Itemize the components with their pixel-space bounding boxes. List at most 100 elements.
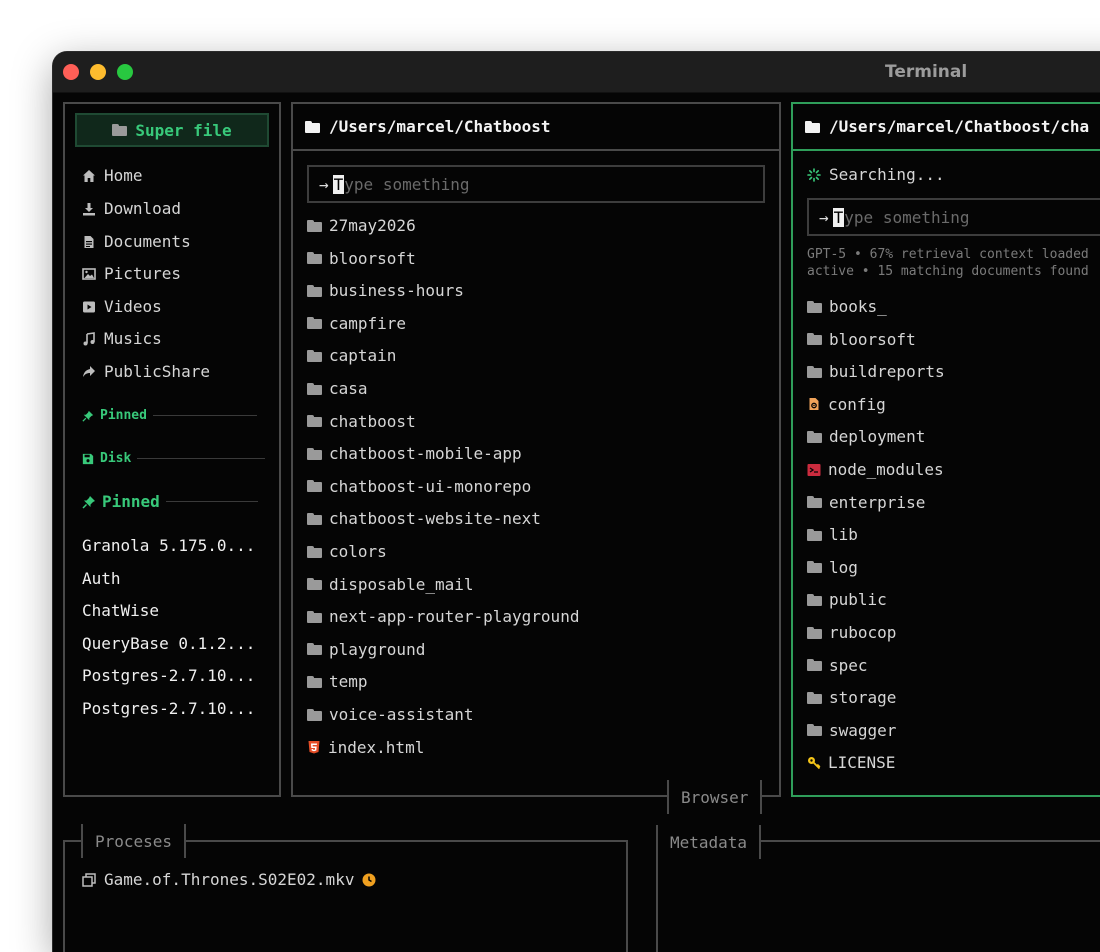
section-pinned-small: Pinned — [82, 408, 257, 423]
file-row[interactable]: chatboost-website-next — [307, 509, 541, 528]
file-name: log — [829, 557, 858, 577]
pinned-item[interactable]: Postgres-2.7.10... — [82, 699, 255, 718]
file-name: captain — [329, 346, 397, 366]
browser-tab-label[interactable]: Browser — [667, 780, 763, 814]
folder-icon — [307, 512, 322, 525]
search-results-panel: /Users/marcel/Chatboost/cha Searching...… — [791, 102, 1100, 797]
file-row[interactable]: deployment — [807, 427, 925, 446]
search-placeholder: ype something — [344, 174, 470, 194]
sidebar-item-pictures[interactable]: Pictures — [82, 264, 181, 283]
folder-icon — [112, 124, 128, 136]
file-name: swagger — [829, 720, 897, 740]
sidebar-item-label: Download — [104, 199, 182, 218]
file-name: bloorsoft — [829, 329, 916, 349]
file-row[interactable]: log — [807, 558, 858, 577]
sidebar-item-documents[interactable]: Documents — [82, 232, 191, 251]
sidebar-item-publicshare[interactable]: PublicShare — [82, 362, 210, 381]
file-row[interactable]: casa — [307, 379, 368, 398]
search-status: Searching... — [807, 165, 945, 184]
file-row[interactable]: bloorsoft — [807, 330, 916, 349]
path-header: /Users/marcel/Chatboost — [293, 104, 779, 151]
folder-icon — [807, 528, 822, 541]
pinned-item[interactable]: QueryBase 0.1.2... — [82, 634, 255, 653]
file-row[interactable]: chatboost-mobile-app — [307, 444, 522, 463]
section-label: Disk — [100, 451, 132, 466]
folder-icon — [805, 120, 820, 133]
search-placeholder: ype something — [844, 207, 970, 227]
spinner-icon — [807, 167, 821, 182]
file-row[interactable]: enterprise — [807, 493, 925, 512]
file-name: spec — [829, 655, 868, 675]
file-browser-panel: /Users/marcel/Chatboost → T ype somethin… — [291, 102, 781, 797]
minimize-window-button[interactable] — [90, 64, 106, 80]
picture-icon — [82, 267, 96, 280]
file-name: disposable_mail — [329, 574, 474, 594]
file-name: casa — [329, 379, 368, 398]
npm-icon — [807, 463, 821, 477]
file-row[interactable]: LICENSE — [807, 753, 895, 772]
pinned-item[interactable]: ChatWise — [82, 601, 159, 620]
file-row[interactable]: chatboost-ui-monorepo — [307, 477, 531, 496]
folder-icon — [307, 610, 322, 623]
file-row[interactable]: 27may2026 — [307, 216, 416, 235]
file-name: chatboost-mobile-app — [329, 444, 522, 464]
file-row[interactable]: rubocop — [807, 623, 896, 642]
file-row[interactable]: playground — [307, 640, 425, 659]
file-row[interactable]: spec — [807, 656, 868, 675]
folder-icon — [807, 626, 822, 639]
file-row[interactable]: captain — [307, 346, 396, 365]
file-name: enterprise — [829, 492, 926, 512]
file-row[interactable]: temp — [307, 672, 368, 691]
section-disk: Disk — [82, 451, 266, 466]
folder-icon — [807, 333, 822, 346]
zoom-window-button[interactable] — [117, 64, 133, 80]
file-row[interactable]: index.html — [307, 738, 424, 757]
file-row[interactable]: buildreports — [807, 362, 945, 381]
folder-icon — [307, 382, 322, 395]
sidebar-item-label: PublicShare — [104, 362, 210, 381]
search-input[interactable]: → T ype something — [307, 165, 765, 203]
file-row[interactable]: swagger — [807, 721, 896, 740]
key-icon — [807, 756, 821, 770]
file-row[interactable]: storage — [807, 688, 896, 707]
close-window-button[interactable] — [63, 64, 79, 80]
file-row[interactable]: campfire — [307, 314, 406, 333]
file-name: campfire — [329, 313, 407, 333]
retrieval-status-line: active • 15 matching documents found — [807, 264, 1089, 279]
file-name: rubocop — [829, 623, 897, 642]
search-input[interactable]: → T ype something — [807, 198, 1100, 236]
file-row[interactable]: lib — [807, 525, 858, 544]
file-row[interactable]: public — [807, 590, 887, 609]
file-row[interactable]: business-hours — [307, 281, 464, 300]
process-name: Game.of.Thrones.S02E02.mkv — [104, 870, 355, 889]
section-divider — [152, 415, 257, 416]
prompt-arrow-icon: → — [819, 207, 829, 227]
folder-icon — [307, 480, 322, 493]
sidebar-item-musics[interactable]: Musics — [82, 329, 162, 348]
window-title: Terminal — [885, 62, 968, 82]
sidebar-item-videos[interactable]: Videos — [82, 297, 162, 316]
folder-icon — [307, 252, 322, 265]
file-row[interactable]: config — [807, 395, 886, 414]
pinned-item[interactable]: Granola 5.175.0... — [82, 536, 255, 555]
file-row[interactable]: disposable_mail — [307, 575, 474, 594]
file-row[interactable]: bloorsoft — [307, 249, 416, 268]
process-item[interactable]: Game.of.Thrones.S02E02.mkv — [82, 870, 376, 889]
config-file-icon — [807, 397, 821, 411]
folder-icon — [307, 545, 322, 558]
sidebar-item-home[interactable]: Home — [82, 166, 143, 185]
processes-tab-label[interactable]: Proceses — [81, 824, 187, 858]
pinned-item[interactable]: Auth — [82, 569, 121, 588]
music-icon — [83, 331, 95, 345]
folder-icon — [807, 496, 822, 509]
download-icon — [83, 202, 95, 215]
sidebar-item-download[interactable]: Download — [82, 199, 181, 218]
file-row[interactable]: colors — [307, 542, 387, 561]
file-row[interactable]: node_modules — [807, 460, 944, 479]
metadata-tab-label[interactable]: Metadata — [656, 825, 762, 859]
file-row[interactable]: chatboost — [307, 412, 416, 431]
file-row[interactable]: books_ — [807, 297, 887, 316]
pinned-item[interactable]: Postgres-2.7.10... — [82, 666, 255, 685]
file-row[interactable]: voice-assistant — [307, 705, 474, 724]
file-row[interactable]: next-app-router-playground — [307, 607, 579, 626]
